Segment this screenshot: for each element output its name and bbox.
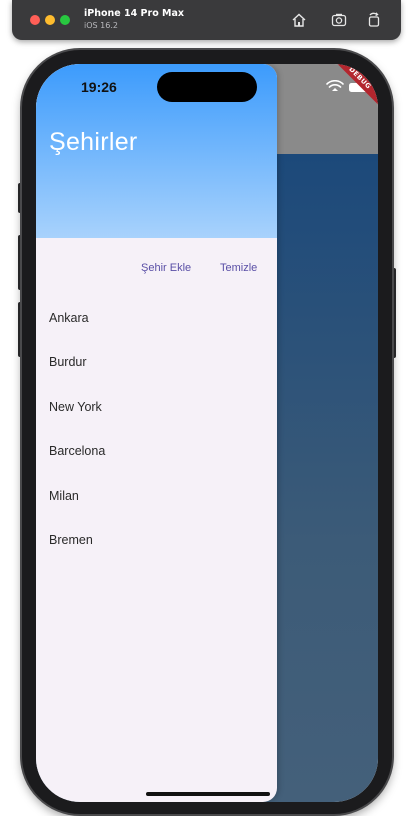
city-list: Ankara Burdur New York Barcelona Milan B…: [49, 310, 105, 576]
device-screen: DEBUG 19:26 Şehirler Şehir Ekle Temizle …: [36, 64, 378, 802]
drawer-title: Şehirler: [49, 128, 138, 156]
minimize-window-button[interactable]: [45, 15, 55, 25]
navigation-drawer: 19:26 Şehirler Şehir Ekle Temizle Ankara…: [36, 64, 277, 802]
city-item-new-york[interactable]: New York: [49, 399, 105, 443]
clear-button[interactable]: Temizle: [220, 262, 257, 274]
wifi-icon: [325, 80, 345, 91]
home-indicator[interactable]: [146, 792, 270, 796]
close-window-button[interactable]: [30, 15, 40, 25]
city-item-burdur[interactable]: Burdur: [49, 354, 105, 398]
city-item-bremen[interactable]: Bremen: [49, 532, 105, 576]
home-icon[interactable]: [290, 11, 308, 29]
city-item-ankara[interactable]: Ankara: [49, 310, 105, 354]
power-button: [392, 268, 396, 358]
dynamic-island: [157, 72, 257, 102]
screenshot-icon[interactable]: [330, 11, 348, 29]
os-version: iOS 16.2: [84, 21, 118, 30]
add-city-button[interactable]: Şehir Ekle: [141, 262, 191, 274]
rotate-icon[interactable]: [365, 11, 383, 29]
city-item-milan[interactable]: Milan: [49, 488, 105, 532]
status-time: 19:26: [81, 79, 117, 95]
device-name: iPhone 14 Pro Max: [84, 8, 185, 19]
zoom-window-button[interactable]: [60, 15, 70, 25]
simulator-title-bar: iPhone 14 Pro Max iOS 16.2: [12, 0, 401, 40]
city-item-barcelona[interactable]: Barcelona: [49, 443, 105, 487]
